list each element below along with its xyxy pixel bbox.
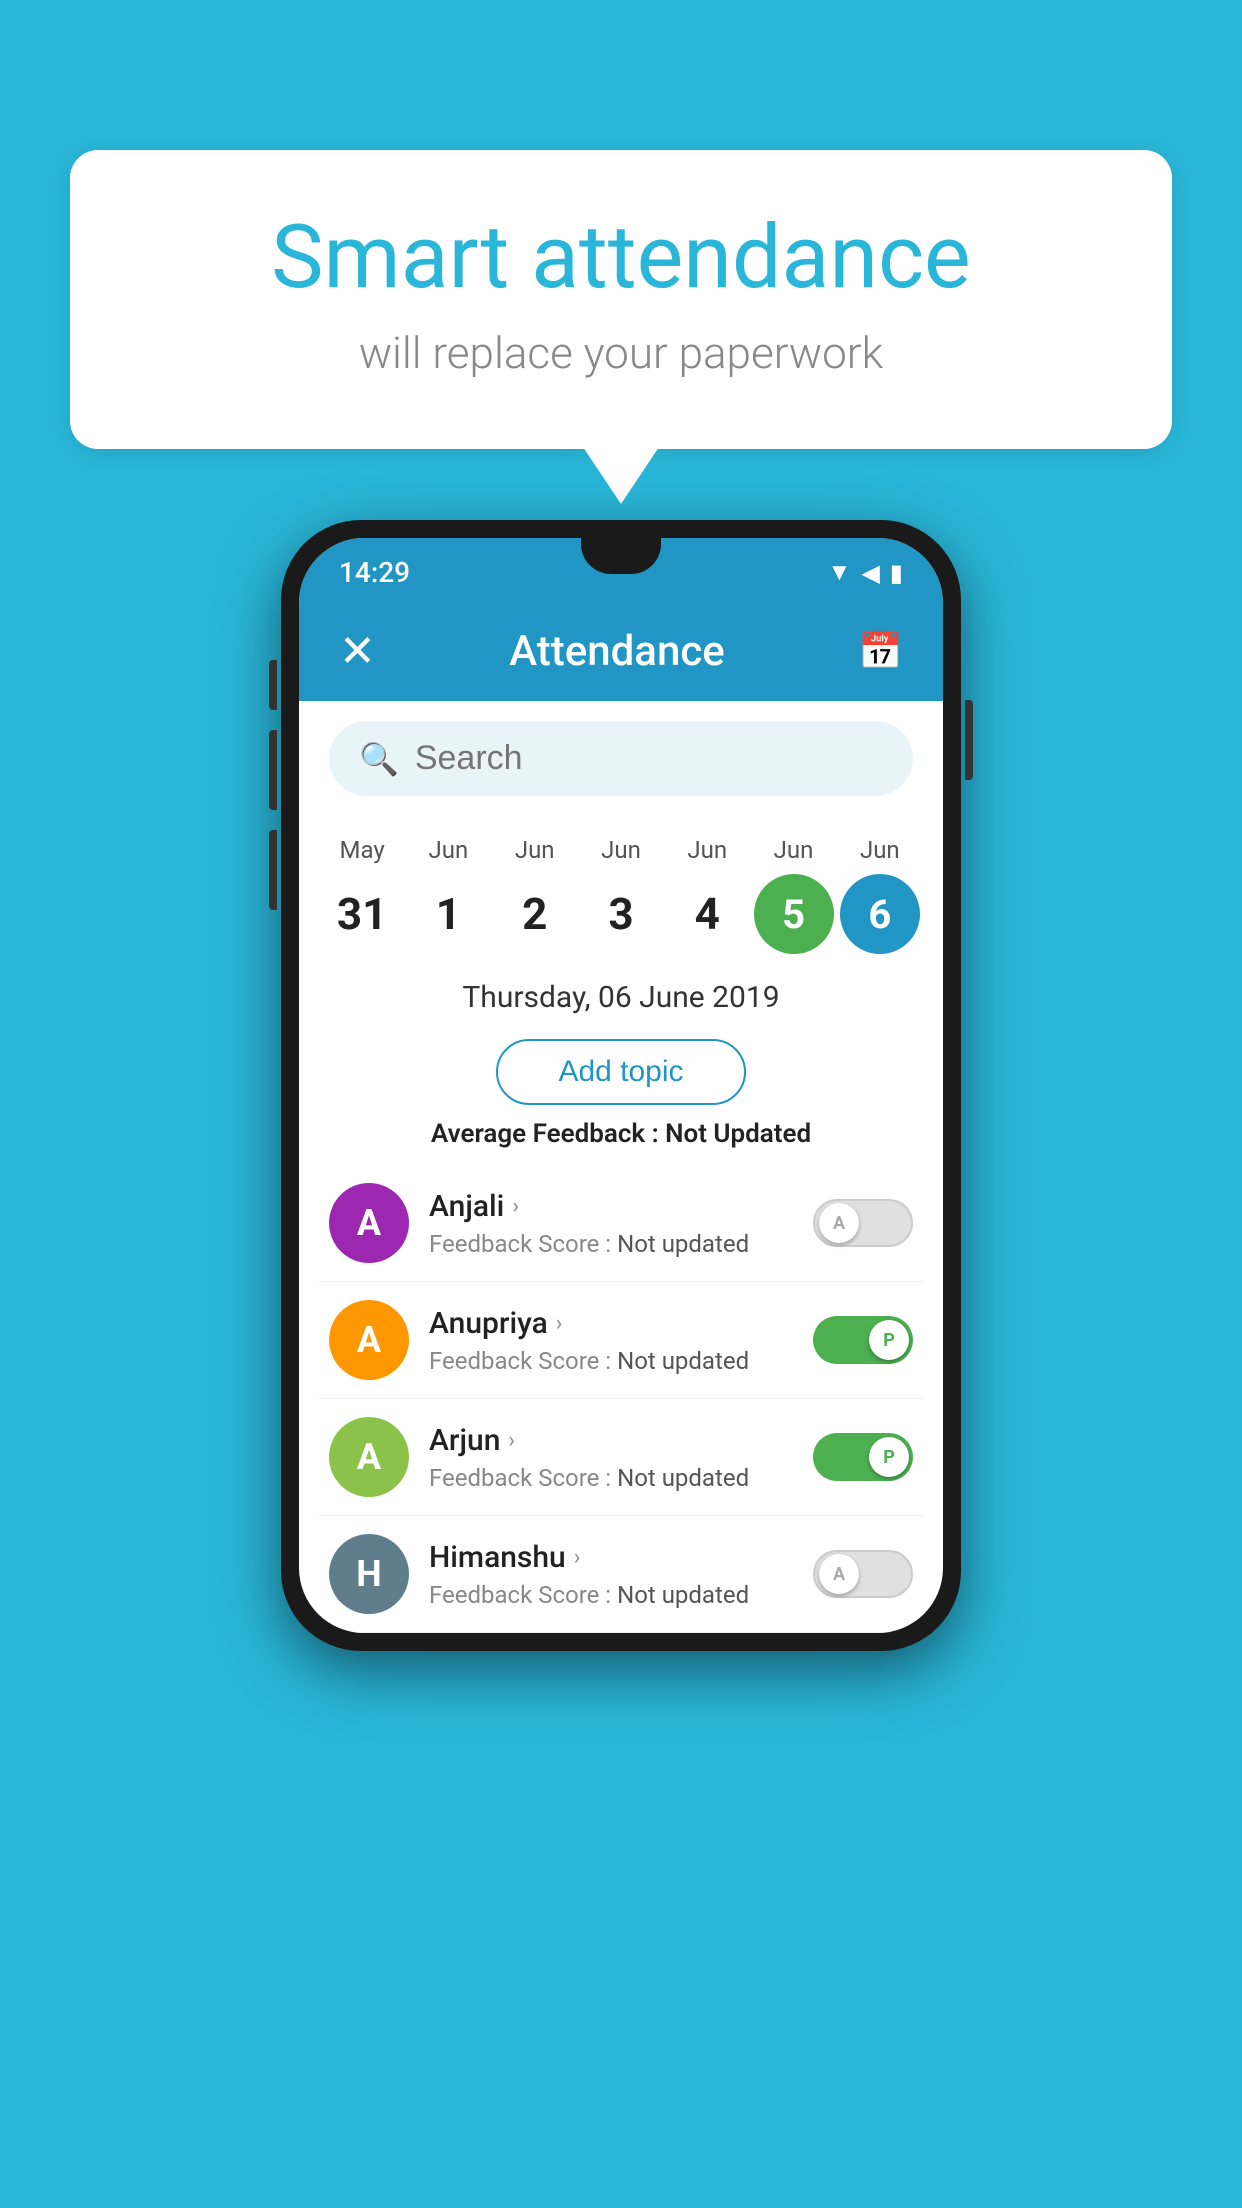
student-feedback-anupriya: Feedback Score : Not updated xyxy=(429,1347,793,1375)
toggle-himanshu[interactable]: A xyxy=(813,1550,913,1598)
signal-icon: ◀ xyxy=(861,559,879,587)
avg-feedback-label: Average Feedback : xyxy=(431,1119,659,1149)
student-info-anupriya: Anupriya › Feedback Score : Not updated xyxy=(429,1306,793,1375)
student-info-anjali: Anjali › Feedback Score : Not updated xyxy=(429,1189,793,1258)
student-info-arjun: Arjun › Feedback Score : Not updated xyxy=(429,1423,793,1492)
chevron-icon: › xyxy=(574,1545,581,1570)
phone-mockup: 14:29 ▼ ◀ ▮ ✕ Attendance 📅 🔍 xyxy=(281,520,961,1651)
date-item-jun2[interactable]: Jun 2 xyxy=(495,836,575,954)
selected-date: Thursday, 06 June 2019 xyxy=(299,964,943,1025)
calendar-row: May 31 Jun 1 Jun 2 Jun 3 Jun 4 xyxy=(299,816,943,964)
avatar-anupriya: A xyxy=(329,1300,409,1380)
date-item-jun3[interactable]: Jun 3 xyxy=(581,836,661,954)
toggle-anjali[interactable]: A xyxy=(813,1199,913,1247)
student-name-anupriya: Anupriya › xyxy=(429,1306,793,1341)
speech-bubble-title: Smart attendance xyxy=(150,210,1092,307)
chevron-icon: › xyxy=(508,1428,515,1453)
avatar-anjali: A xyxy=(329,1183,409,1263)
student-feedback-arjun: Feedback Score : Not updated xyxy=(429,1464,793,1492)
toggle-arjun[interactable]: P xyxy=(813,1433,913,1481)
search-input[interactable] xyxy=(415,739,883,778)
close-button[interactable]: ✕ xyxy=(339,625,376,677)
avatar-arjun: A xyxy=(329,1417,409,1497)
phone-screen: 14:29 ▼ ◀ ▮ ✕ Attendance 📅 🔍 xyxy=(299,538,943,1633)
student-list: A Anjali › Feedback Score : Not updated … xyxy=(299,1165,943,1633)
phone-power-button xyxy=(965,700,973,780)
student-item-arjun[interactable]: A Arjun › Feedback Score : Not updated P xyxy=(319,1399,923,1516)
speech-bubble-subtitle: will replace your paperwork xyxy=(150,327,1092,379)
wifi-icon: ▼ xyxy=(828,558,852,587)
student-name-arjun: Arjun › xyxy=(429,1423,793,1458)
student-info-himanshu: Himanshu › Feedback Score : Not updated xyxy=(429,1540,793,1609)
student-name-himanshu: Himanshu › xyxy=(429,1540,793,1575)
app-bar-title: Attendance xyxy=(509,627,724,676)
status-icons: ▼ ◀ ▮ xyxy=(828,558,903,587)
status-time: 14:29 xyxy=(339,556,410,589)
speech-bubble: Smart attendance will replace your paper… xyxy=(70,150,1172,449)
phone-outer: 14:29 ▼ ◀ ▮ ✕ Attendance 📅 🔍 xyxy=(281,520,961,1651)
avg-feedback-value: Not Updated xyxy=(665,1119,811,1149)
calendar-icon[interactable]: 📅 xyxy=(858,630,903,672)
avatar-himanshu: H xyxy=(329,1534,409,1614)
toggle-anupriya[interactable]: P xyxy=(813,1316,913,1364)
date-item-may31[interactable]: May 31 xyxy=(322,836,402,954)
app-bar: ✕ Attendance 📅 xyxy=(299,601,943,701)
student-item-anjali[interactable]: A Anjali › Feedback Score : Not updated … xyxy=(319,1165,923,1282)
chevron-icon: › xyxy=(556,1311,563,1336)
phone-mute-button xyxy=(269,660,277,710)
student-feedback-himanshu: Feedback Score : Not updated xyxy=(429,1581,793,1609)
date-item-jun4[interactable]: Jun 4 xyxy=(667,836,747,954)
search-bar[interactable]: 🔍 xyxy=(329,721,913,796)
student-name-anjali: Anjali › xyxy=(429,1189,793,1224)
student-item-himanshu[interactable]: H Himanshu › Feedback Score : Not update… xyxy=(319,1516,923,1633)
date-item-jun5[interactable]: Jun 5 xyxy=(754,836,834,954)
chevron-icon: › xyxy=(512,1194,519,1219)
date-item-jun6[interactable]: Jun 6 xyxy=(840,836,920,954)
phone-vol-up-button xyxy=(269,730,277,810)
add-topic-button[interactable]: Add topic xyxy=(496,1039,745,1105)
search-icon: 🔍 xyxy=(359,740,399,778)
student-item-anupriya[interactable]: A Anupriya › Feedback Score : Not update… xyxy=(319,1282,923,1399)
student-feedback-anjali: Feedback Score : Not updated xyxy=(429,1230,793,1258)
phone-vol-down-button xyxy=(269,830,277,910)
avg-feedback: Average Feedback : Not Updated xyxy=(299,1119,943,1149)
battery-icon: ▮ xyxy=(890,559,903,587)
date-item-jun1[interactable]: Jun 1 xyxy=(408,836,488,954)
speech-bubble-container: Smart attendance will replace your paper… xyxy=(70,150,1172,449)
